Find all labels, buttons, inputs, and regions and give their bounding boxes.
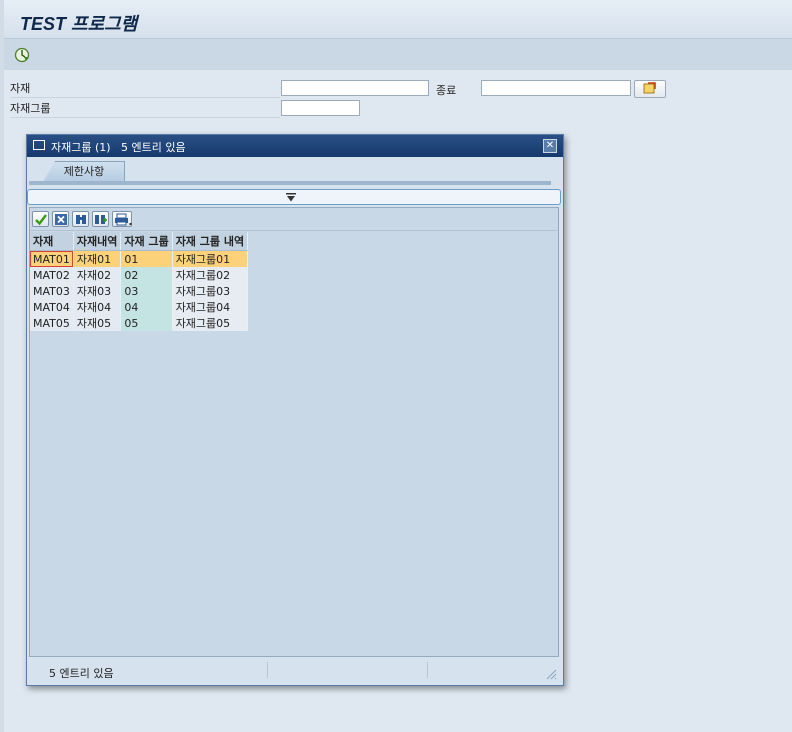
multiple-selection-icon bbox=[643, 82, 656, 94]
column-header-material-desc[interactable]: 자재내역 bbox=[73, 232, 122, 251]
result-list: 자재 자재내역 자재 그룹 자재 그룹 내역 MAT01 자재01 01 자재그… bbox=[29, 207, 559, 657]
multiple-selection-button[interactable] bbox=[634, 80, 666, 98]
material-to-input[interactable] bbox=[481, 80, 631, 96]
dialog-title-bar[interactable]: 자재그룹 (1) 5 엔트리 있음 ✕ bbox=[27, 135, 563, 157]
execute-icon[interactable] bbox=[14, 47, 30, 63]
cancel-icon[interactable] bbox=[52, 211, 69, 227]
cell-material[interactable]: MAT04 bbox=[30, 299, 74, 315]
search-help-dialog: 자재그룹 (1) 5 엔트리 있음 ✕ 제한사항 자재 자재내역 자재 그룹 자… bbox=[26, 134, 564, 686]
cell-material-group[interactable]: 05 bbox=[120, 315, 173, 331]
dialog-title: 자재그룹 (1) 5 엔트리 있음 bbox=[51, 141, 186, 154]
cell-material[interactable]: MAT01 bbox=[30, 250, 74, 267]
cell-material-group-desc[interactable]: 자재그룹04 bbox=[172, 299, 249, 315]
cell-material-desc[interactable]: 자재04 bbox=[73, 299, 122, 315]
list-toolbar bbox=[30, 208, 558, 231]
cell-material-group-desc[interactable]: 자재그룹01 bbox=[172, 250, 249, 267]
column-header-material-group[interactable]: 자재 그룹 bbox=[120, 232, 173, 251]
title-bar: TEST 프로그램 bbox=[4, 0, 792, 38]
table-row[interactable]: MAT05 자재05 05 자재그룹05 bbox=[30, 315, 249, 331]
material-group-input[interactable] bbox=[281, 100, 360, 116]
cell-material-desc[interactable]: 자재01 bbox=[73, 250, 122, 267]
column-header-material[interactable]: 자재 bbox=[30, 232, 74, 251]
table-header-row: 자재 자재내역 자재 그룹 자재 그룹 내역 bbox=[30, 232, 249, 251]
dialog-icon bbox=[33, 140, 45, 150]
tab-restrictions[interactable]: 제한사항 bbox=[43, 161, 125, 182]
material-group-label: 자재그룹 bbox=[10, 100, 280, 118]
cell-material-group[interactable]: 01 bbox=[120, 250, 173, 267]
cell-material-group[interactable]: 02 bbox=[120, 267, 173, 283]
material-from-input[interactable] bbox=[281, 80, 429, 96]
table-row[interactable]: MAT04 자재04 04 자재그룹04 bbox=[30, 299, 249, 315]
column-header-material-group-desc[interactable]: 자재 그룹 내역 bbox=[172, 232, 249, 251]
expand-triangle-icon bbox=[286, 193, 296, 202]
cell-material-desc[interactable]: 자재03 bbox=[73, 283, 122, 299]
table-row[interactable]: MAT03 자재03 03 자재그룹03 bbox=[30, 283, 249, 299]
to-label: 종료 bbox=[436, 84, 457, 97]
material-label: 자재 bbox=[10, 80, 280, 98]
cell-material-group-desc[interactable]: 자재그룹03 bbox=[172, 283, 249, 299]
cell-material-group[interactable]: 03 bbox=[120, 283, 173, 299]
cell-material-desc[interactable]: 자재05 bbox=[73, 315, 122, 331]
close-icon[interactable]: ✕ bbox=[543, 139, 557, 153]
application-toolbar bbox=[4, 38, 792, 72]
cell-material[interactable]: MAT05 bbox=[30, 315, 74, 331]
cell-material-group-desc[interactable]: 자재그룹05 bbox=[172, 315, 249, 331]
table-row[interactable]: MAT01 자재01 01 자재그룹01 bbox=[30, 250, 249, 267]
find-icon[interactable] bbox=[72, 211, 89, 227]
page-title: TEST 프로그램 bbox=[20, 14, 138, 34]
check-icon[interactable] bbox=[32, 211, 49, 227]
status-separator bbox=[427, 662, 428, 678]
dialog-status-bar: 5 엔트리 있음 bbox=[27, 659, 561, 683]
cell-material-group[interactable]: 04 bbox=[120, 299, 173, 315]
cell-material[interactable]: MAT03 bbox=[30, 283, 74, 299]
result-table: 자재 자재내역 자재 그룹 자재 그룹 내역 MAT01 자재01 01 자재그… bbox=[30, 232, 249, 331]
status-separator bbox=[267, 662, 268, 678]
resize-grip-icon[interactable] bbox=[545, 668, 557, 680]
cell-material-group-desc[interactable]: 자재그룹02 bbox=[172, 267, 249, 283]
cell-material[interactable]: MAT02 bbox=[30, 267, 74, 283]
table-row[interactable]: MAT02 자재02 02 자재그룹02 bbox=[30, 267, 249, 283]
find-next-icon[interactable] bbox=[92, 211, 109, 227]
restrictions-toggle[interactable] bbox=[27, 189, 561, 205]
tab-underline bbox=[29, 181, 551, 185]
tab-strip: 제한사항 bbox=[29, 161, 559, 183]
status-text: 5 엔트리 있음 bbox=[49, 667, 114, 680]
print-icon[interactable] bbox=[112, 211, 132, 227]
cell-material-desc[interactable]: 자재02 bbox=[73, 267, 122, 283]
